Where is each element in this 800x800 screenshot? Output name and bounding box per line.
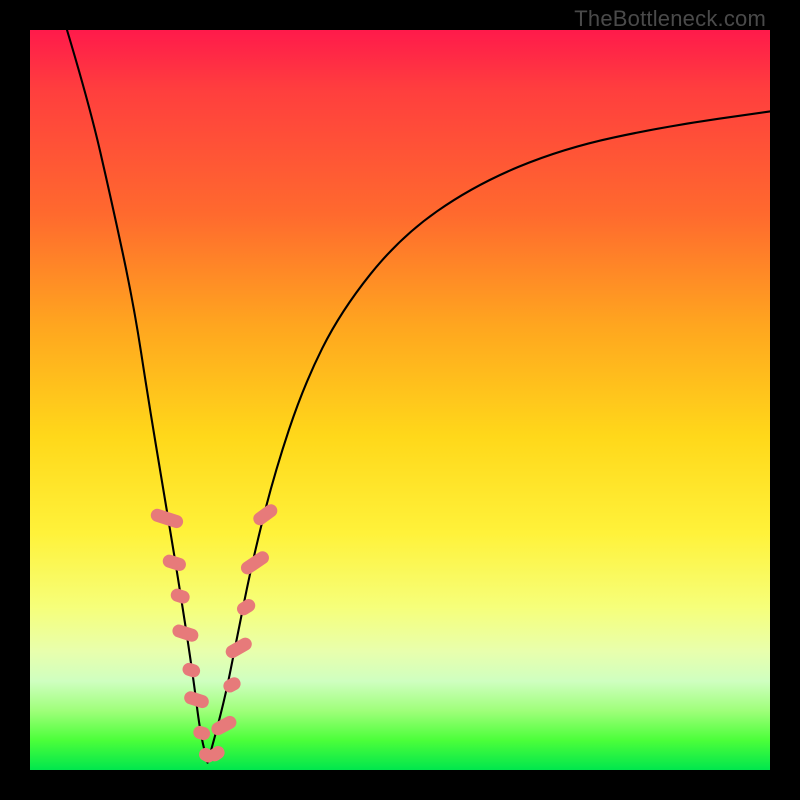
bead xyxy=(221,675,243,695)
bead xyxy=(192,724,212,742)
beads-group xyxy=(149,502,280,765)
curve-right-branch xyxy=(208,111,770,762)
watermark-text: TheBottleneck.com xyxy=(574,6,766,32)
bead xyxy=(181,661,202,679)
bead xyxy=(223,635,254,660)
bead xyxy=(209,714,239,738)
bead xyxy=(235,597,258,618)
bead xyxy=(169,587,191,605)
plot-area xyxy=(30,30,770,770)
curve-left-branch xyxy=(67,30,208,763)
bead xyxy=(251,502,280,528)
curve-layer xyxy=(30,30,770,770)
chart-frame: TheBottleneck.com xyxy=(0,0,800,800)
